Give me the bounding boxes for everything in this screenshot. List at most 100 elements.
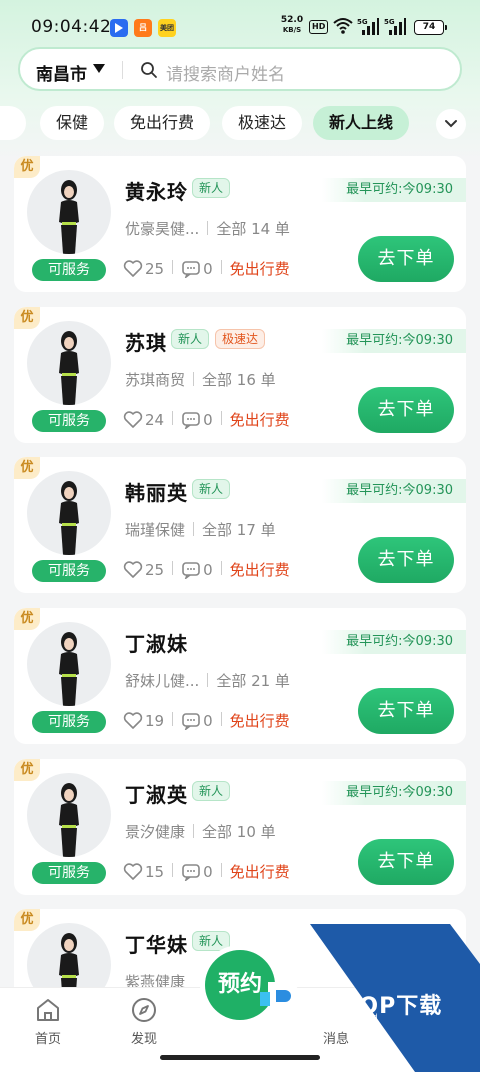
category-chip-health[interactable]: 保健 <box>40 106 105 140</box>
tag-fast-delivery: 极速达 <box>215 329 266 349</box>
order-count: 全部 16 单 <box>202 371 276 389</box>
card-stats: 19 0 免出行费 <box>123 710 290 732</box>
heart-icon <box>123 410 145 429</box>
free-travel-label: 免出行费 <box>229 561 290 579</box>
avatar[interactable] <box>27 923 111 988</box>
merchant-card[interactable]: 优可服务 丁淑英 新人 最早可约:今09:30 景汐健康 全部 10 单 15 0 免出行费 去下… <box>14 759 466 895</box>
caret-down-icon[interactable] <box>93 64 105 73</box>
comment-stat[interactable]: 0 <box>181 712 213 731</box>
expand-categories-button[interactable] <box>436 109 466 139</box>
comment-count: 0 <box>203 410 213 429</box>
divider <box>172 411 174 425</box>
orange-app-icon: 吕 <box>134 19 152 37</box>
avatar[interactable] <box>27 773 111 857</box>
comment-count: 0 <box>203 259 213 278</box>
comment-icon <box>181 411 203 430</box>
avatar[interactable] <box>27 471 111 555</box>
search-input[interactable]: 请搜索商户姓名 <box>166 60 285 85</box>
shop-info: 景汐健康 全部 10 单 <box>125 821 276 842</box>
signal-label-2: 5G <box>384 18 395 26</box>
heart-icon <box>123 711 145 730</box>
free-travel-label: 免出行费 <box>229 411 290 429</box>
like-stat[interactable]: 19 <box>123 712 164 730</box>
like-stat[interactable]: 25 <box>123 561 164 579</box>
status-badge: 可服务 <box>32 560 106 582</box>
category-chip-new[interactable]: 新人上线 <box>313 106 410 140</box>
hd-icon: HD <box>309 20 329 34</box>
merchant-card[interactable]: 优可服务 苏琪 新人 极速达 最早可约:今09:30 苏琪商贸 全部 16 单 24 0 免出行费… <box>14 307 466 443</box>
shop-info: 瑞瑾保健 全部 17 单 <box>125 519 276 540</box>
avatar[interactable] <box>27 321 111 405</box>
merchant-card[interactable]: 优可服务 韩丽英 新人 最早可约:今09:30 瑞瑾保健 全部 17 单 25 0 免出行费 去下… <box>14 457 466 593</box>
status-badge: 可服务 <box>32 259 106 281</box>
heart-icon <box>123 259 145 278</box>
signal-icon: 5G <box>357 18 379 36</box>
place-order-button[interactable]: 去下单 <box>358 537 454 583</box>
place-order-button[interactable]: 去下单 <box>358 236 454 282</box>
avatar[interactable] <box>27 622 111 706</box>
nav-home-label: 首页 <box>34 1032 61 1047</box>
like-count: 24 <box>145 410 165 429</box>
category-chip-fast[interactable]: 极速达 <box>222 106 303 140</box>
like-count: 15 <box>145 862 165 881</box>
shop-info: 紫燕健康 <box>125 971 185 988</box>
net-speed: 52.0 KB/S <box>279 15 305 35</box>
status-time: 09:04:42 <box>31 17 112 37</box>
place-order-button[interactable]: 去下单 <box>358 839 454 885</box>
heart-icon <box>123 560 145 579</box>
merchant-name: 丁淑英 <box>125 783 188 807</box>
comment-icon <box>181 260 203 279</box>
earliest-time: 最早可约:今09:30 <box>322 781 466 805</box>
earliest-time: 最早可约:今09:30 <box>322 178 466 202</box>
like-count: 19 <box>145 711 165 730</box>
chevron-down-icon <box>445 120 457 128</box>
city-selector[interactable]: 南昌市 <box>36 60 87 85</box>
nav-home[interactable]: 首页 <box>18 996 78 1047</box>
merchant-name: 苏琪 <box>125 331 167 355</box>
divider <box>172 260 174 274</box>
merchant-list: 优可服务 黄永玲 新人 最早可约:今09:30 优豪昊健... 全部 14 单 25 0 免出行… <box>0 156 480 988</box>
earliest-time: 最早可约:今09:30 <box>322 479 466 503</box>
category-tabs: 保健 免出行费 极速达 新人上线 <box>0 106 480 142</box>
like-stat[interactable]: 25 <box>123 260 164 278</box>
comment-stat[interactable]: 0 <box>181 410 213 430</box>
divider <box>220 712 222 726</box>
card-stats: 25 0 免出行费 <box>123 258 290 280</box>
nav-discover[interactable]: 发现 <box>114 996 174 1047</box>
divider <box>172 712 174 726</box>
merchant-card[interactable]: 优可服务 黄永玲 新人 最早可约:今09:30 优豪昊健... 全部 14 单 25 0 免出行… <box>14 156 466 292</box>
status-badge: 可服务 <box>32 862 106 884</box>
place-order-button[interactable]: 去下单 <box>358 688 454 734</box>
divider <box>220 863 222 877</box>
comment-stat[interactable]: 0 <box>181 561 213 580</box>
like-stat[interactable]: 15 <box>123 863 164 881</box>
earliest-time: 最早可约:今09:30 <box>322 630 466 654</box>
like-count: 25 <box>145 259 165 278</box>
order-count: 全部 21 单 <box>216 672 290 690</box>
blue-app-icon <box>110 19 128 37</box>
shop-name: 景汐健康 <box>125 823 186 841</box>
comment-stat[interactable]: 0 <box>181 259 213 279</box>
like-stat[interactable]: 24 <box>123 411 164 429</box>
status-badge: 可服务 <box>32 711 106 733</box>
shop-name: 苏琪商贸 <box>125 371 186 389</box>
pcpop-logo-icon <box>260 982 300 1020</box>
comment-icon <box>181 863 203 882</box>
category-chip-partial[interactable] <box>0 106 26 140</box>
divider <box>193 522 195 536</box>
comment-stat[interactable]: 0 <box>181 863 213 882</box>
divider <box>172 561 174 575</box>
place-order-button[interactable]: 去下单 <box>358 387 454 433</box>
shop-name: 紫燕健康 <box>125 973 186 988</box>
category-chip-free-travel[interactable]: 免出行费 <box>114 106 211 140</box>
signal-label: 5G <box>357 18 368 26</box>
divider <box>207 673 209 687</box>
merchant-name: 韩丽英 <box>125 481 188 505</box>
order-count: 全部 10 单 <box>202 823 276 841</box>
tag-new: 新人 <box>192 479 231 499</box>
merchant-card[interactable]: 优可服务 丁淑妹 最早可约:今09:30 舒妹儿健... 全部 21 单 19 0 免出行费去… <box>14 608 466 744</box>
shop-info: 舒妹儿健... 全部 21 单 <box>125 670 290 691</box>
avatar[interactable] <box>27 170 111 254</box>
wifi-icon <box>333 18 353 34</box>
comment-icon <box>181 712 203 731</box>
